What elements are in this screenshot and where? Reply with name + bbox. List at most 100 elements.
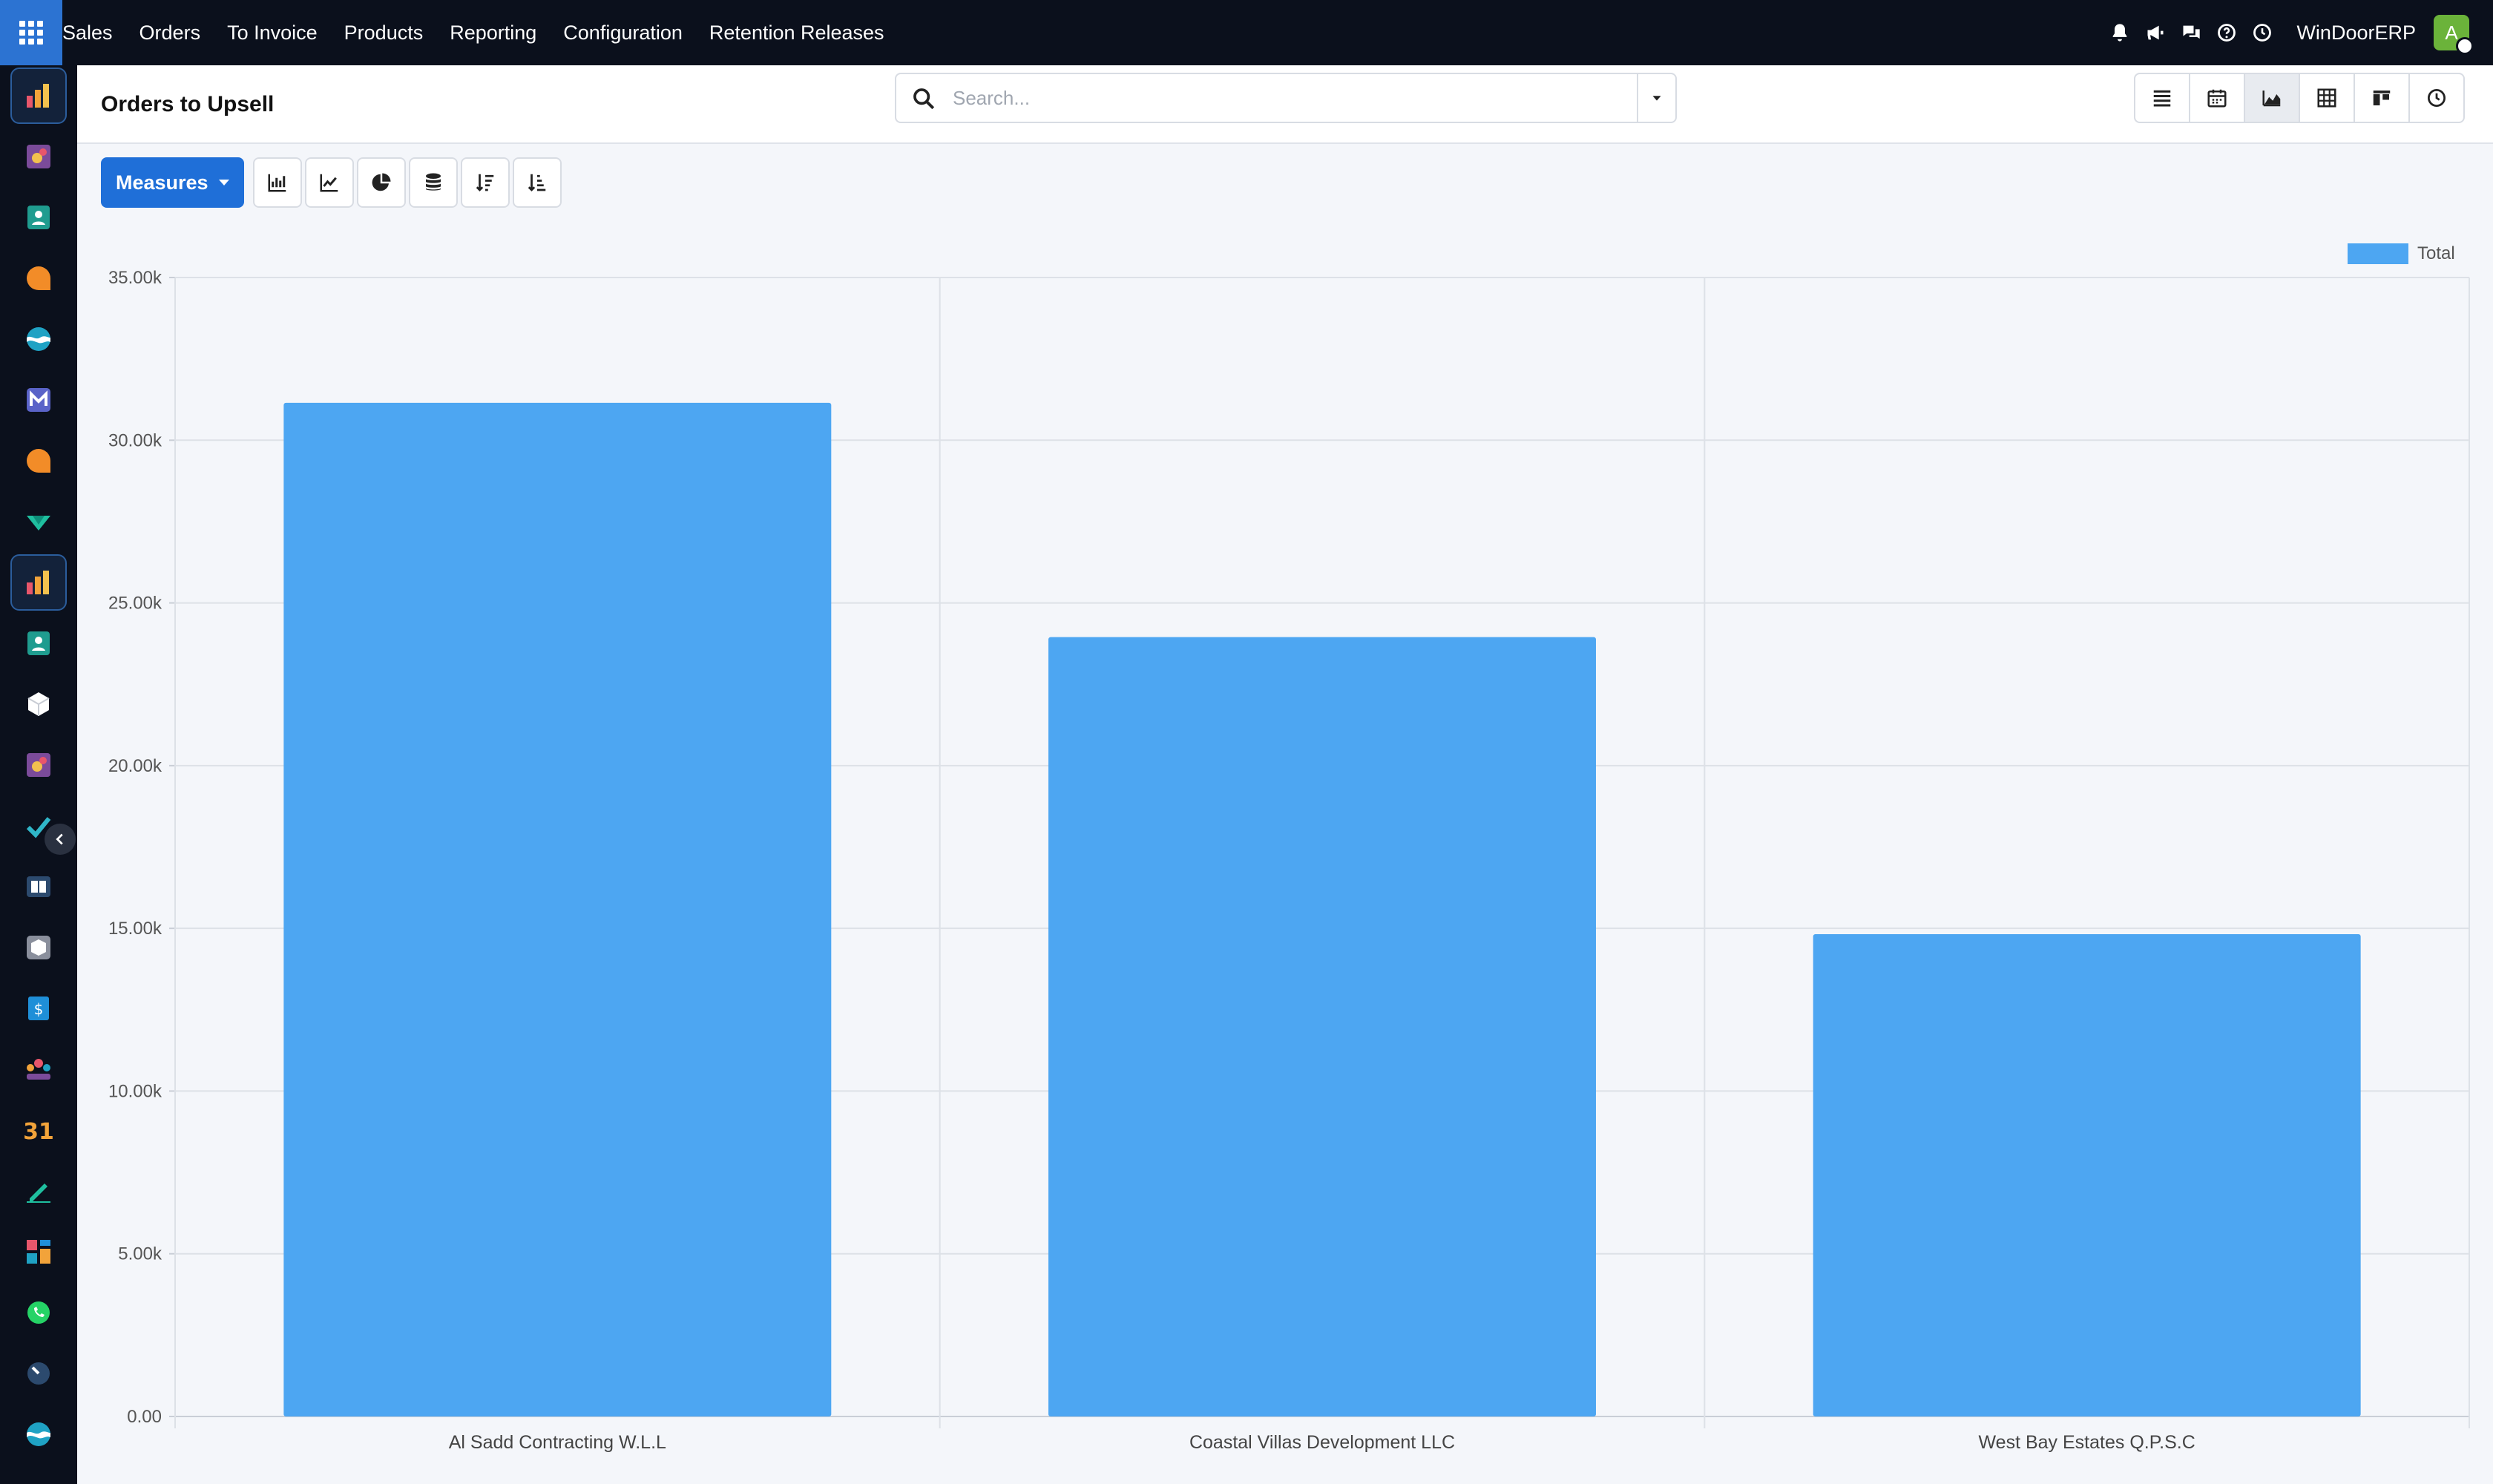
view-switcher bbox=[2134, 73, 2465, 123]
company-switcher[interactable]: WinDoorERP bbox=[2296, 22, 2416, 45]
sidebar-app-3[interactable] bbox=[10, 189, 67, 246]
menu-orders[interactable]: Orders bbox=[126, 0, 214, 65]
measures-dropdown-button[interactable]: Measures bbox=[101, 157, 244, 208]
menu-to-invoice[interactable]: To Invoice bbox=[214, 0, 331, 65]
sidebar-app-14[interactable] bbox=[10, 858, 67, 915]
search-input[interactable] bbox=[953, 82, 1606, 114]
x-tick-label: Al Sadd Contracting W.L.L bbox=[449, 1432, 666, 1453]
sidebar-app-19[interactable] bbox=[10, 1163, 67, 1219]
calendar-icon bbox=[2207, 89, 2227, 108]
contacts-app-icon bbox=[27, 631, 50, 655]
contacts-app-icon bbox=[27, 206, 50, 229]
y-tick-label: 30.00k bbox=[108, 430, 162, 450]
menu-products[interactable]: Products bbox=[331, 0, 437, 65]
caret-down-icon bbox=[1652, 96, 1661, 101]
line-chart-mode-button[interactable] bbox=[304, 157, 354, 208]
sidebar-collapse-button[interactable] bbox=[45, 824, 76, 855]
sidebar-app-21[interactable] bbox=[10, 1284, 67, 1341]
sidebar-app-7[interactable] bbox=[10, 433, 67, 489]
chevron-left-icon bbox=[56, 833, 63, 845]
sort-ascending-icon bbox=[528, 174, 545, 191]
clock-icon[interactable] bbox=[2244, 0, 2280, 65]
database-icon bbox=[425, 173, 441, 191]
menu-retention-releases[interactable]: Retention Releases bbox=[696, 0, 898, 65]
sidebar-app-2[interactable] bbox=[10, 128, 67, 185]
bar-chart-app-icon bbox=[27, 571, 49, 594]
v-app-icon bbox=[27, 516, 50, 531]
view-calendar-button[interactable] bbox=[2189, 73, 2245, 123]
sidebar-app-8[interactable] bbox=[10, 493, 67, 550]
sign-app-icon bbox=[27, 1183, 50, 1203]
menu-reporting[interactable]: Reporting bbox=[436, 0, 550, 65]
view-pivot-button[interactable] bbox=[2299, 73, 2355, 123]
sort-descending-button[interactable] bbox=[460, 157, 510, 208]
y-tick-label: 25.00k bbox=[108, 594, 162, 614]
y-tick-label: 0.00 bbox=[127, 1407, 162, 1427]
y-tick-label: 10.00k bbox=[108, 1081, 162, 1101]
sidebar-app-6[interactable] bbox=[10, 372, 67, 428]
sidebar-app-11[interactable] bbox=[10, 676, 67, 732]
main-menu: Sales Orders To Invoice Products Reporti… bbox=[62, 0, 898, 65]
megaphone-icon[interactable] bbox=[2138, 0, 2173, 65]
discuss-app-icon bbox=[27, 266, 50, 290]
menu-sales[interactable]: Sales bbox=[62, 0, 126, 65]
sidebar-app-sales[interactable] bbox=[10, 68, 67, 124]
box-app-icon bbox=[27, 936, 50, 959]
user-avatar[interactable]: A bbox=[2434, 15, 2474, 55]
sidebar-app-10[interactable] bbox=[10, 615, 67, 672]
email-marketing-app-icon bbox=[27, 388, 50, 412]
sidebar-app-18[interactable]: 31 bbox=[10, 1102, 67, 1158]
sidebar-app-sales-2[interactable] bbox=[10, 554, 67, 611]
team-app-icon bbox=[27, 1059, 50, 1080]
clock-icon bbox=[2428, 89, 2446, 107]
bar[interactable] bbox=[1813, 934, 2361, 1416]
cube-app-icon bbox=[27, 692, 50, 716]
graph-toolbar: Measures bbox=[101, 157, 562, 208]
livechat-app-icon bbox=[27, 449, 50, 473]
pie-chart-mode-button[interactable] bbox=[356, 157, 406, 208]
bar-chart-icon bbox=[268, 174, 286, 192]
search-icon bbox=[913, 88, 935, 110]
whatsapp-icon bbox=[27, 1301, 50, 1324]
y-tick-label: 5.00k bbox=[118, 1244, 162, 1264]
dashboard-app-icon bbox=[27, 1240, 50, 1264]
view-graph-button[interactable] bbox=[2244, 73, 2300, 123]
sidebar-app-4[interactable] bbox=[10, 250, 67, 306]
sidebar-app-22[interactable] bbox=[10, 1345, 67, 1402]
dollar-app-icon: $ bbox=[28, 997, 49, 1020]
wave-app-icon bbox=[27, 1422, 50, 1446]
sidebar-app-15[interactable] bbox=[10, 919, 67, 976]
help-icon[interactable] bbox=[2209, 0, 2244, 65]
view-kanban-button[interactable] bbox=[2354, 73, 2410, 123]
sidebar-app-5[interactable] bbox=[10, 311, 67, 367]
top-navbar: Sales Orders To Invoice Products Reporti… bbox=[0, 0, 2493, 65]
sidebar-app-12[interactable] bbox=[10, 737, 67, 793]
sidebar-app-17[interactable] bbox=[10, 1041, 67, 1097]
sidebar-app-23[interactable] bbox=[10, 1406, 67, 1462]
menu-configuration[interactable]: Configuration bbox=[550, 0, 696, 65]
app-sidebar: $ 31 bbox=[0, 65, 77, 1484]
search-bar bbox=[895, 73, 1677, 123]
avatar-initial: A bbox=[2445, 21, 2458, 44]
bar-chart-mode-button[interactable] bbox=[252, 157, 302, 208]
app-menu-button[interactable] bbox=[0, 0, 62, 65]
svg-text:31: 31 bbox=[24, 1119, 53, 1145]
bar[interactable] bbox=[283, 402, 832, 1416]
bell-icon[interactable] bbox=[2102, 0, 2138, 65]
table-icon bbox=[2317, 88, 2336, 108]
x-tick-label: Coastal Villas Development LLC bbox=[1189, 1432, 1455, 1453]
rocket-app-icon bbox=[27, 145, 50, 168]
view-activity-button[interactable] bbox=[2408, 73, 2465, 123]
sort-ascending-button[interactable] bbox=[512, 157, 562, 208]
bar[interactable] bbox=[1048, 637, 1596, 1417]
sidebar-app-16[interactable]: $ bbox=[10, 980, 67, 1037]
calendar-app-icon: 31 bbox=[24, 1119, 53, 1145]
search-options-toggle[interactable] bbox=[1637, 74, 1675, 122]
y-tick-label: 20.00k bbox=[108, 756, 162, 776]
chat-icon[interactable] bbox=[2173, 0, 2209, 65]
stacked-toggle-button[interactable] bbox=[408, 157, 458, 208]
sidebar-app-20[interactable] bbox=[10, 1224, 67, 1280]
view-list-button[interactable] bbox=[2134, 73, 2190, 123]
sort-descending-icon bbox=[476, 174, 493, 191]
y-tick-label: 15.00k bbox=[108, 919, 162, 939]
